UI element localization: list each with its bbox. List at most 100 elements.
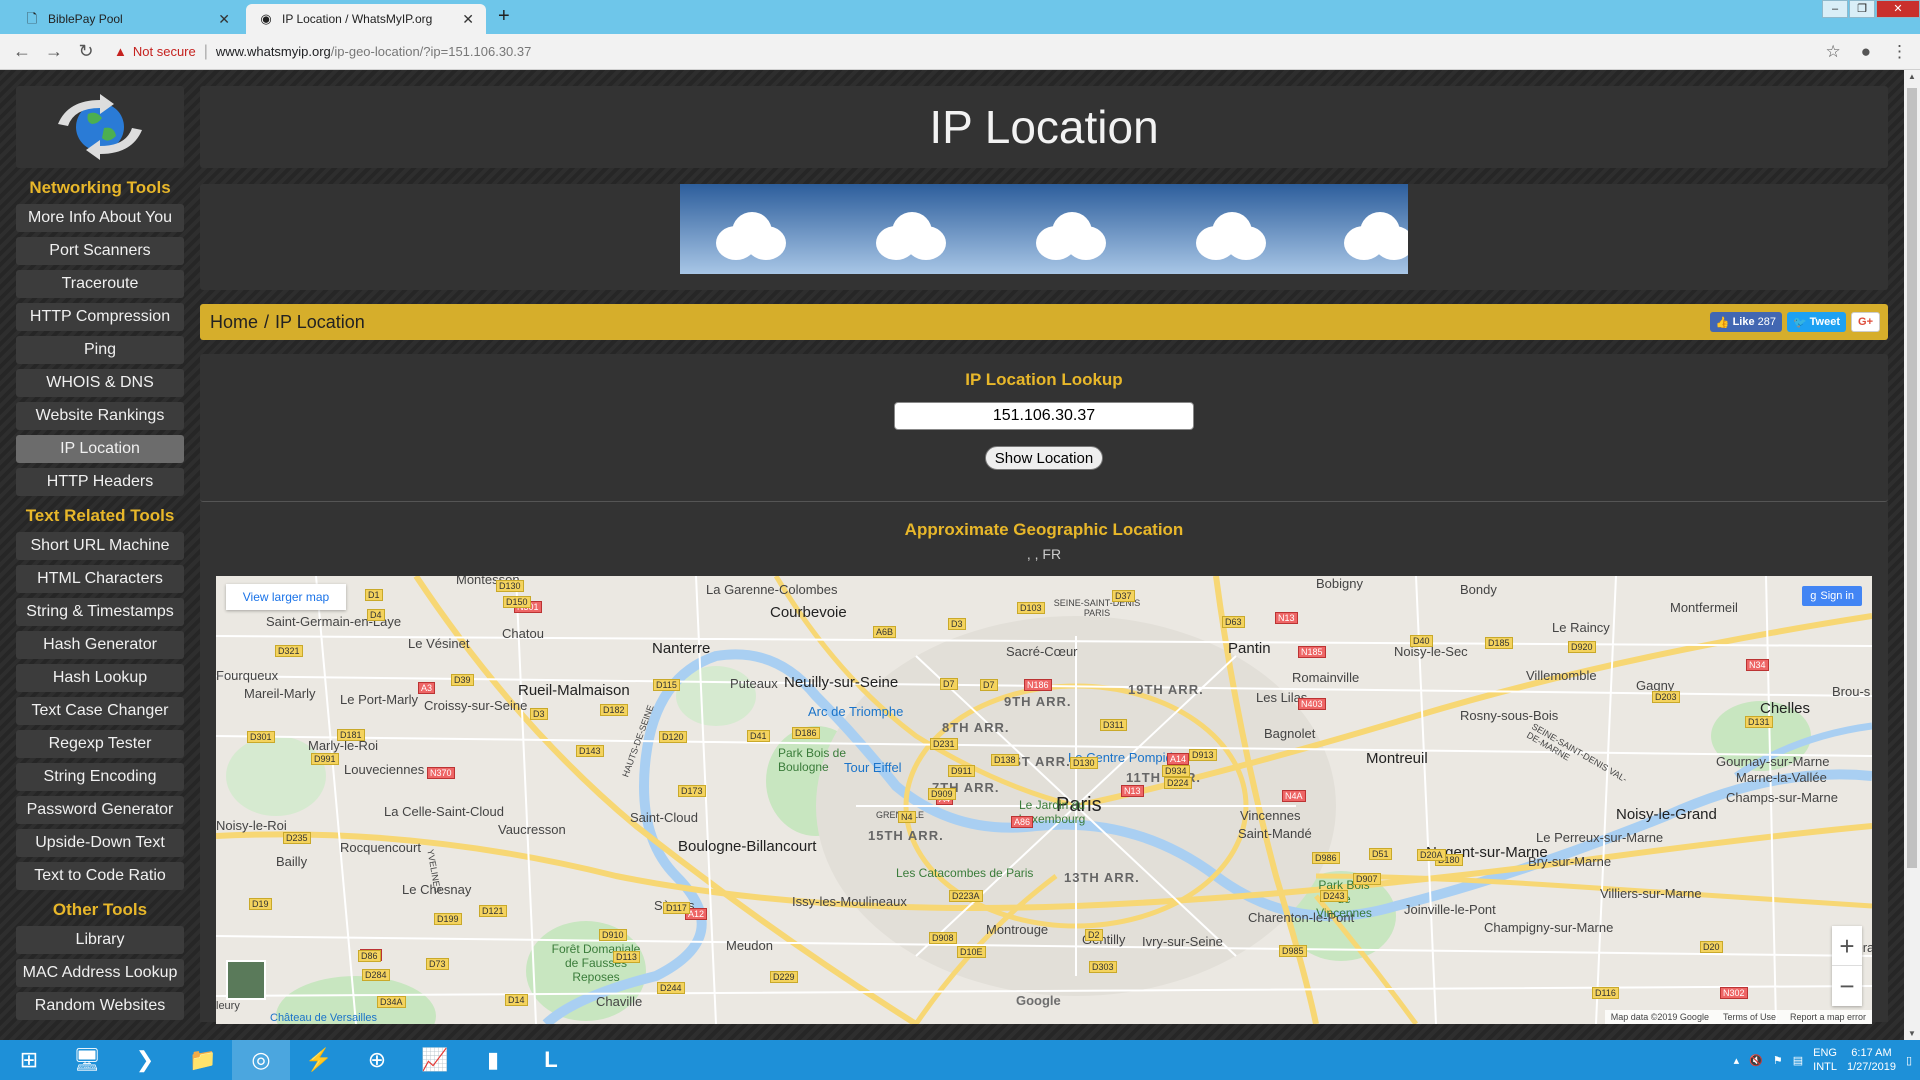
view-larger-map-link[interactable]: View larger map xyxy=(226,584,346,610)
map-label-neuilly: Neuilly-sur-Seine xyxy=(784,674,899,691)
sidebar-item-http-headers[interactable]: HTTP Headers xyxy=(16,468,184,496)
scroll-up-icon[interactable]: ▲ xyxy=(1904,72,1920,81)
tray-chevron-icon[interactable]: ▴ xyxy=(1734,1054,1740,1067)
start-icon[interactable]: ⊞ xyxy=(0,1040,58,1080)
road-shield: A3 xyxy=(418,682,436,694)
explorer-icon[interactable]: 🖥 xyxy=(58,1040,116,1080)
security-indicator[interactable]: ▲ Not secure xyxy=(114,44,196,59)
minimize-icon[interactable]: – xyxy=(1822,0,1848,18)
back-icon[interactable]: ← xyxy=(8,41,36,62)
globe-app-icon[interactable]: ⊕ xyxy=(348,1040,406,1080)
sidebar-item-hash-generator[interactable]: Hash Generator xyxy=(16,631,184,659)
clock[interactable]: 6:17 AM 1/27/2019 xyxy=(1847,1046,1896,1074)
report-map-error-link[interactable]: Report a map error xyxy=(1790,1012,1866,1022)
close-icon[interactable]: ✕ xyxy=(218,11,230,28)
account-icon[interactable]: ● xyxy=(1861,42,1871,62)
road-shield: D10E xyxy=(957,946,986,958)
sidebar-item-string-timestamps[interactable]: String & Timestamps xyxy=(16,598,184,626)
sidebar-item-ping[interactable]: Ping xyxy=(16,336,184,364)
site-logo[interactable] xyxy=(16,86,184,168)
map-label-fleury: leury xyxy=(216,1000,240,1012)
window-close-icon[interactable]: ✕ xyxy=(1876,0,1920,18)
reload-icon[interactable]: ↻ xyxy=(72,41,100,62)
facebook-like-button[interactable]: 👍 Like 287 xyxy=(1709,312,1782,332)
sidebar-item-library[interactable]: Library xyxy=(16,926,184,954)
road-shield: D920 xyxy=(1568,641,1596,653)
show-location-button[interactable]: Show Location xyxy=(985,446,1103,470)
url-field[interactable]: www.whatsmyip.org/ip-geo-location/?ip=15… xyxy=(216,44,531,59)
google-logo: Google xyxy=(1016,993,1061,1008)
url-path: /ip-geo-location/?ip=151.106.30.37 xyxy=(330,44,532,59)
breadcrumb-home-link[interactable]: Home xyxy=(210,312,258,333)
ip-address-input[interactable] xyxy=(894,402,1194,430)
map-label-villemomble: Villemomble xyxy=(1526,668,1597,683)
road-shield: D3 xyxy=(530,708,548,720)
thumbs-up-icon: 👍 xyxy=(1715,316,1730,329)
zoom-out-button[interactable]: − xyxy=(1832,966,1862,1006)
chart-icon[interactable]: 📈 xyxy=(406,1040,464,1080)
map-label-bobigny: Bobigny xyxy=(1316,576,1363,591)
sidebar-item-more-info[interactable]: More Info About You xyxy=(16,204,184,232)
sidebar-item-random-websites[interactable]: Random Websites xyxy=(16,992,184,1020)
sidebar-item-short-url[interactable]: Short URL Machine xyxy=(16,532,184,560)
road-shield: D985 xyxy=(1279,945,1307,957)
zoom-in-button[interactable]: + xyxy=(1832,926,1862,966)
scrollbar-thumb[interactable] xyxy=(1907,88,1917,868)
sidebar-item-http-compression[interactable]: HTTP Compression xyxy=(16,303,184,331)
ad-banner[interactable] xyxy=(680,184,1408,274)
sidebar-item-mac-address-lookup[interactable]: MAC Address Lookup xyxy=(16,959,184,987)
google-plus-button[interactable]: G+ xyxy=(1851,312,1880,332)
terminal-icon[interactable]: ▮ xyxy=(464,1040,522,1080)
bookmark-star-icon[interactable]: ☆ xyxy=(1825,42,1840,62)
tab-ip-location[interactable]: ◉ IP Location / WhatsMyIP.org ✕ xyxy=(246,4,486,34)
road-shield: D117 xyxy=(663,902,690,914)
sidebar-item-text-case-changer[interactable]: Text Case Changer xyxy=(16,697,184,725)
tweet-button[interactable]: 🐦 Tweet xyxy=(1786,312,1847,332)
l-app-icon[interactable]: L xyxy=(522,1040,580,1080)
page-scrollbar[interactable]: ▲ ▼ xyxy=(1904,70,1920,1040)
tab-biblepay-pool[interactable]: 🗋 BiblePay Pool ✕ xyxy=(12,4,242,34)
network-icon[interactable]: ▤ xyxy=(1793,1054,1803,1067)
terms-of-use-link[interactable]: Terms of Use xyxy=(1723,1012,1776,1022)
road-shield: D131 xyxy=(1745,716,1773,728)
map-label-issy: Issy-les-Moulineaux xyxy=(792,894,907,909)
map-label-le-perreux: Le Perreux-sur-Marne xyxy=(1536,830,1664,845)
map-label-la-garenne: La Garenne-Colombes xyxy=(706,582,838,597)
menu-dots-icon[interactable]: ⋮ xyxy=(1891,42,1908,62)
powershell-icon[interactable]: ❯ xyxy=(116,1040,174,1080)
map-label-arr-13: 13TH ARR. xyxy=(1064,870,1140,885)
sidebar-item-whois-dns[interactable]: WHOIS & DNS xyxy=(16,369,184,397)
map-label-fourqueux: Fourqueux xyxy=(216,668,279,683)
bolt-icon[interactable]: ⚡ xyxy=(290,1040,348,1080)
chrome-icon[interactable]: ◎ xyxy=(232,1040,290,1080)
sidebar-item-traceroute[interactable]: Traceroute xyxy=(16,270,184,298)
address-bar: ← → ↻ ▲ Not secure | www.whatsmyip.org/i… xyxy=(0,34,1920,70)
road-shield: D284 xyxy=(362,969,390,981)
close-icon[interactable]: ✕ xyxy=(462,11,474,28)
sidebar-item-regexp-tester[interactable]: Regexp Tester xyxy=(16,730,184,758)
scroll-down-icon[interactable]: ▼ xyxy=(1904,1029,1920,1038)
sidebar-item-hash-lookup[interactable]: Hash Lookup xyxy=(16,664,184,692)
restore-icon[interactable]: ❐ xyxy=(1849,0,1875,18)
satellite-toggle[interactable] xyxy=(226,960,266,1000)
folder-icon[interactable]: 📁 xyxy=(174,1040,232,1080)
forward-icon[interactable]: → xyxy=(40,41,68,62)
sidebar-item-string-encoding[interactable]: String Encoding xyxy=(16,763,184,791)
speaker-muted-icon[interactable]: 🔇 xyxy=(1749,1054,1763,1067)
sidebar-item-text-to-code-ratio[interactable]: Text to Code Ratio xyxy=(16,862,184,890)
google-map[interactable]: Paris Nanterre Courbevoie La Garenne-Col… xyxy=(216,576,1872,1024)
sidebar-item-upside-down-text[interactable]: Upside-Down Text xyxy=(16,829,184,857)
flag-icon[interactable]: ⚑ xyxy=(1773,1054,1783,1067)
map-sign-in-button[interactable]: g Sign in xyxy=(1802,586,1862,606)
map-label-rosny: Rosny-sous-Bois xyxy=(1460,708,1559,723)
sidebar-item-website-rankings[interactable]: Website Rankings xyxy=(16,402,184,430)
road-shield: D138 xyxy=(991,754,1019,766)
sidebar-item-ip-location[interactable]: IP Location xyxy=(16,435,184,463)
road-shield: D224 xyxy=(1164,777,1192,789)
notifications-icon[interactable]: ▯ xyxy=(1906,1054,1912,1067)
sidebar-item-port-scanners[interactable]: Port Scanners xyxy=(16,237,184,265)
sidebar-item-html-characters[interactable]: HTML Characters xyxy=(16,565,184,593)
language-indicator[interactable]: ENG INTL xyxy=(1813,1046,1837,1074)
new-tab-button[interactable]: + xyxy=(498,5,510,28)
sidebar-item-password-generator[interactable]: Password Generator xyxy=(16,796,184,824)
